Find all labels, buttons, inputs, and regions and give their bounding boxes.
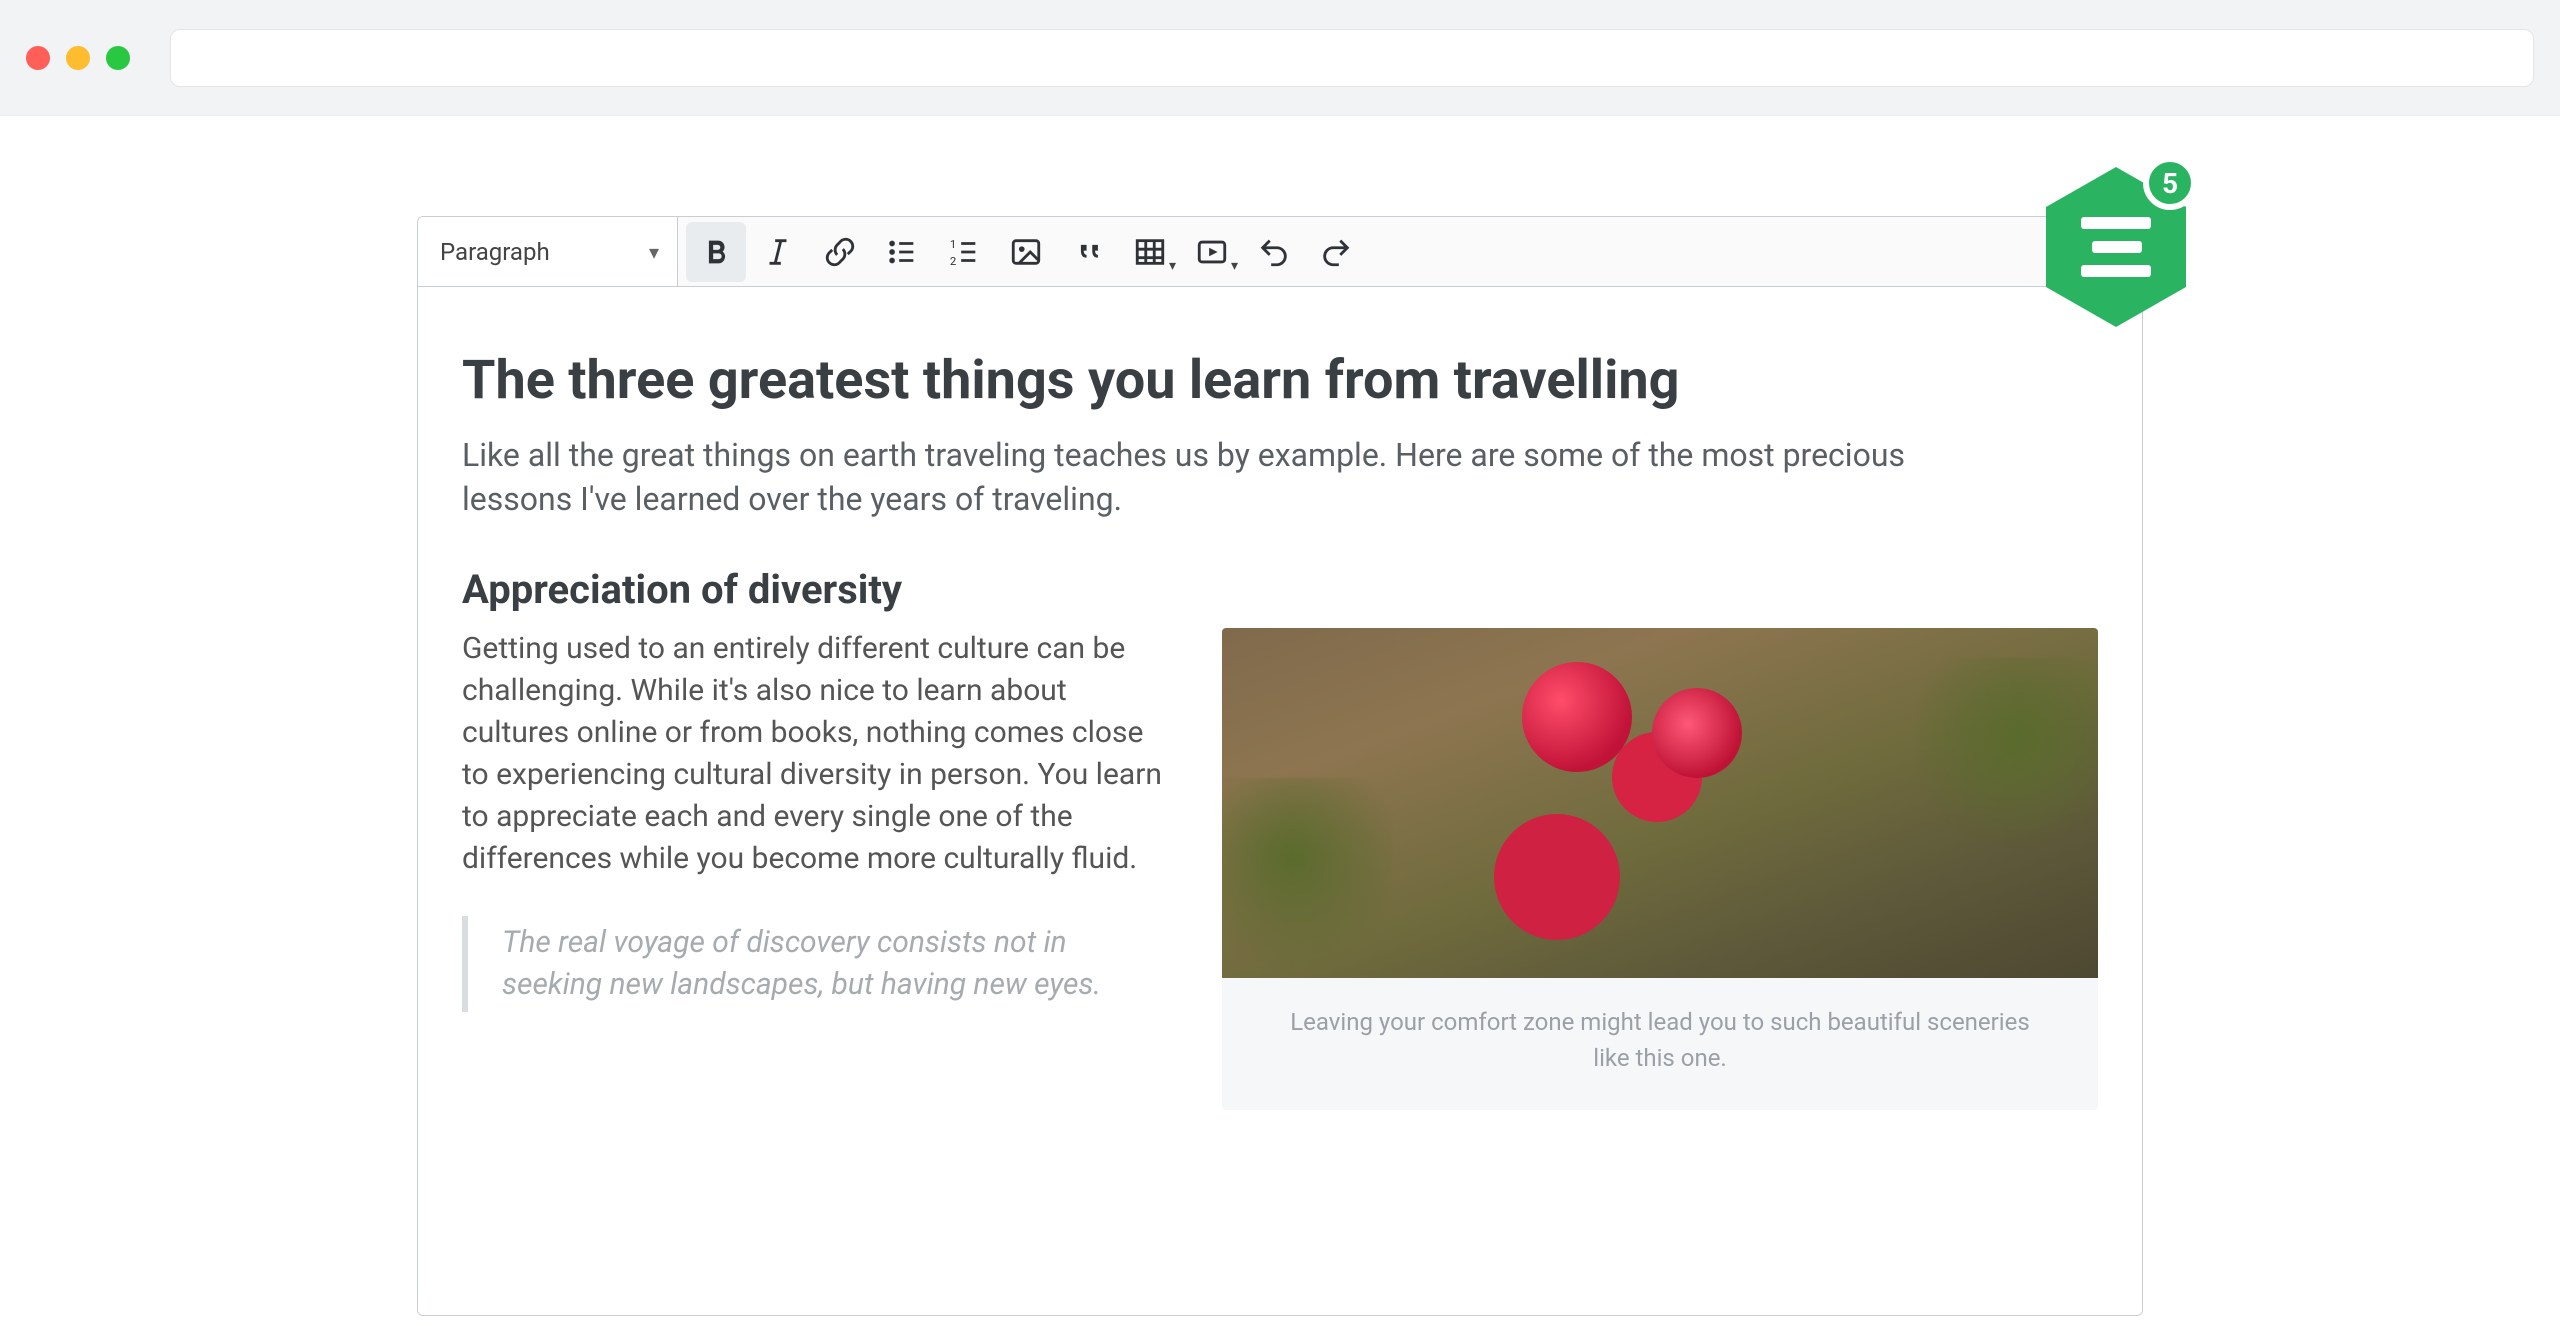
media-icon (1195, 235, 1229, 269)
bold-icon (699, 235, 733, 269)
window-controls (26, 46, 130, 70)
redo-icon (1319, 235, 1353, 269)
italic-button[interactable] (748, 222, 808, 282)
link-button[interactable] (810, 222, 870, 282)
window-minimize-button[interactable] (66, 46, 90, 70)
insert-image-button[interactable] (996, 222, 1056, 282)
undo-icon (1257, 235, 1291, 269)
blockquote[interactable]: The real voyage of discovery consists no… (462, 916, 1162, 1012)
bulleted-list-button[interactable] (872, 222, 932, 282)
undo-button[interactable] (1244, 222, 1304, 282)
table-icon (1133, 235, 1167, 269)
image-icon (1009, 235, 1043, 269)
link-icon (823, 235, 857, 269)
insert-media-button[interactable]: ▾ (1182, 222, 1242, 282)
section-body[interactable]: Getting used to an entirely different cu… (462, 628, 1162, 880)
svg-text:1: 1 (950, 236, 956, 250)
document-title[interactable]: The three greatest things you learn from… (462, 343, 2098, 419)
paragraph-style-label: Paragraph (440, 238, 550, 266)
notification-count: 5 (2143, 156, 2197, 210)
chevron-down-icon: ▾ (649, 240, 659, 264)
section-heading[interactable]: Appreciation of diversity (462, 562, 2098, 618)
editor-toolbar: Paragraph ▾ (418, 217, 2142, 287)
blockquote-icon (1071, 235, 1105, 269)
document-lead[interactable]: Like all the great things on earth trave… (462, 433, 1982, 523)
browser-chrome (0, 0, 2560, 116)
rich-text-editor: Paragraph ▾ (417, 216, 2143, 1316)
editor-content[interactable]: The three greatest things you learn from… (418, 287, 2142, 1315)
url-bar[interactable] (170, 29, 2534, 87)
figure-caption[interactable]: Leaving your comfort zone might lead you… (1222, 978, 2098, 1086)
window-maximize-button[interactable] (106, 46, 130, 70)
numbered-list-icon: 12 (947, 235, 981, 269)
notifications-badge[interactable]: 5 (2041, 162, 2191, 332)
inline-figure[interactable]: Leaving your comfort zone might lead you… (1222, 628, 2098, 1110)
window-close-button[interactable] (26, 46, 50, 70)
chevron-down-icon: ▾ (1169, 258, 1176, 274)
figure-image[interactable] (1222, 628, 2098, 978)
svg-text:2: 2 (950, 253, 956, 267)
numbered-list-button[interactable]: 12 (934, 222, 994, 282)
blockquote-button[interactable] (1058, 222, 1118, 282)
chevron-down-icon: ▾ (1231, 258, 1238, 274)
bulleted-list-icon (885, 235, 919, 269)
italic-icon (761, 235, 795, 269)
redo-button[interactable] (1306, 222, 1366, 282)
paragraph-style-select[interactable]: Paragraph ▾ (418, 217, 678, 286)
bold-button[interactable] (686, 222, 746, 282)
insert-table-button[interactable]: ▾ (1120, 222, 1180, 282)
